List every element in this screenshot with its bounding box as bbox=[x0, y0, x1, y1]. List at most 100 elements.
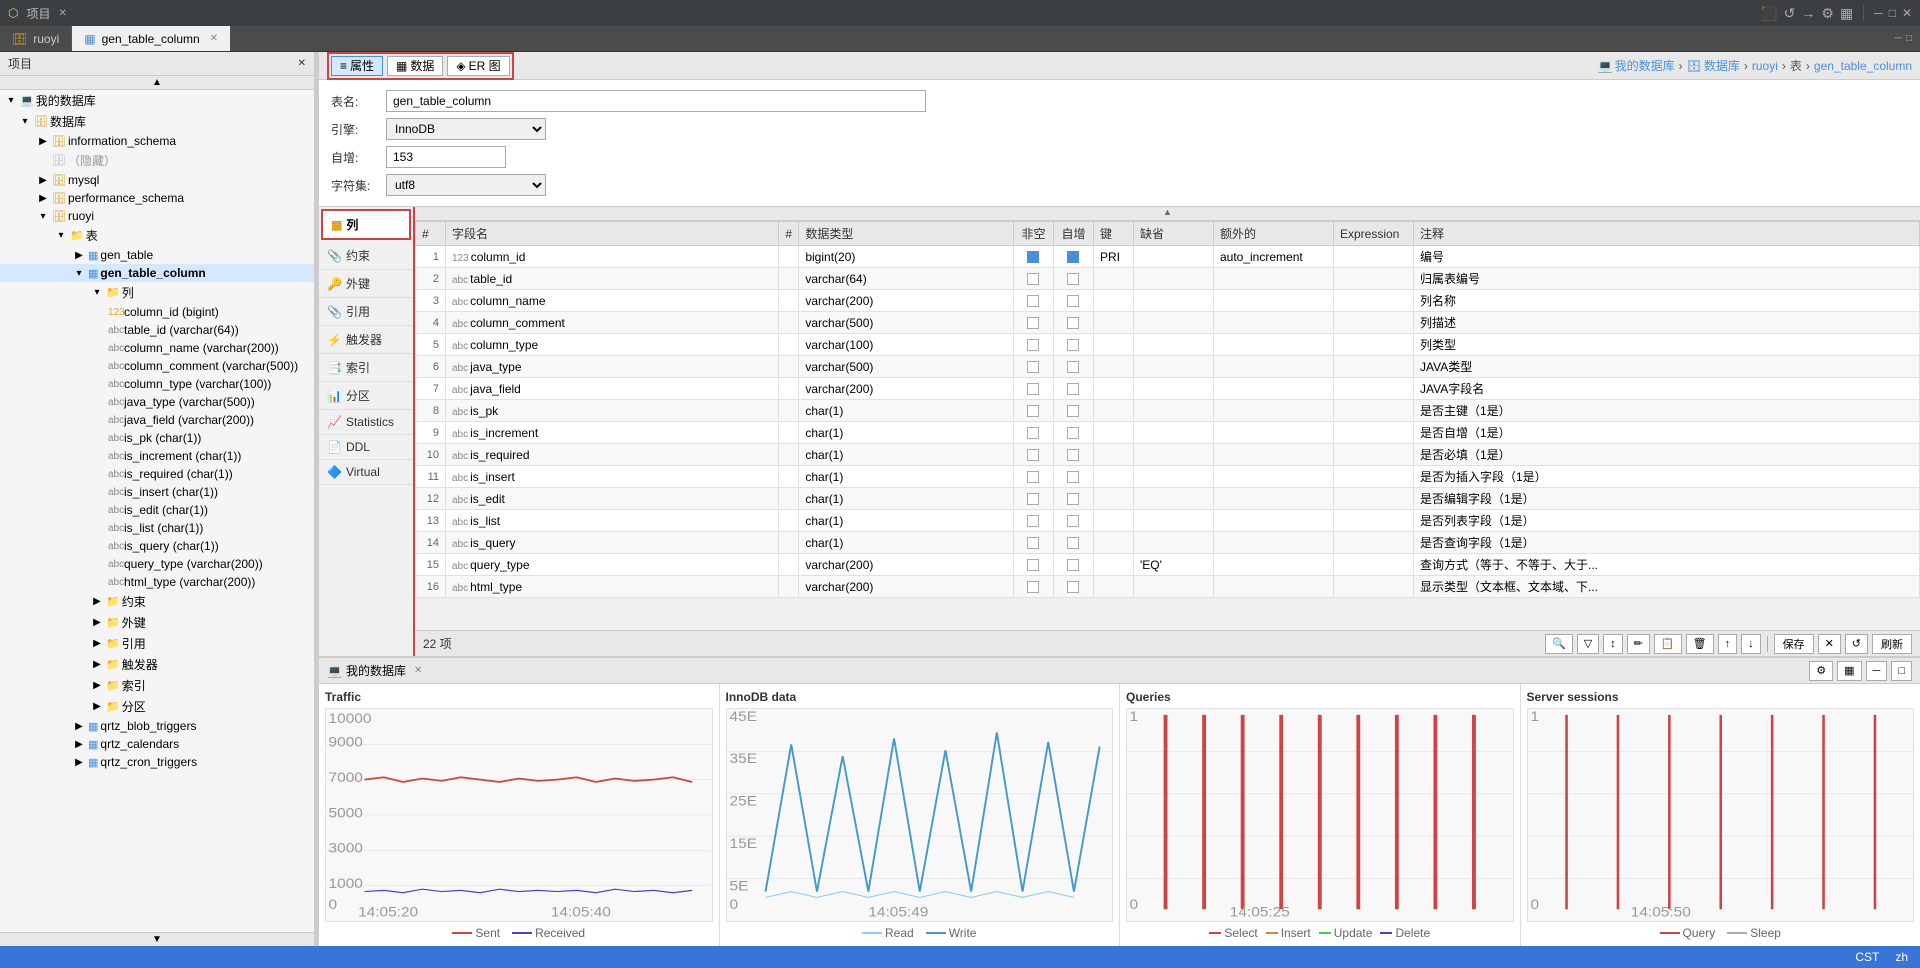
toolbar-icon-2[interactable]: ↺ bbox=[1784, 5, 1796, 22]
nav-item-foreign-keys[interactable]: 🔑 外键 bbox=[319, 270, 413, 298]
bottom-settings-btn[interactable]: ⚙ bbox=[1809, 661, 1833, 681]
sort-btn[interactable]: ↕ bbox=[1603, 634, 1623, 654]
tab-ruoyi[interactable]: 🗄 ruoyi bbox=[0, 26, 72, 51]
table-scroll-up[interactable]: ▲ bbox=[1163, 207, 1172, 220]
filter-btn[interactable]: ▽ bbox=[1577, 634, 1599, 654]
up-btn[interactable]: ↑ bbox=[1718, 634, 1738, 654]
down-btn[interactable]: ↓ bbox=[1741, 634, 1761, 654]
table-row[interactable]: 3 abccolumn_name varchar(200) 列名称 bbox=[416, 290, 1920, 312]
tree-col-column-name[interactable]: abc column_name (varchar(200)) bbox=[0, 339, 314, 357]
tree-triggers[interactable]: ▶ 📁 触发器 bbox=[0, 654, 314, 675]
tab-minimize-btn[interactable]: ─ bbox=[1895, 33, 1902, 44]
nav-item-columns[interactable]: ▦ 列 bbox=[321, 209, 411, 240]
breadcrumb-ruoyi[interactable]: ruoyi bbox=[1752, 59, 1778, 73]
er-tab-btn[interactable]: ◈ ER 图 bbox=[447, 56, 509, 76]
tree-item-gen-table-column[interactable]: ▾ ▦ gen_table_column bbox=[0, 264, 314, 282]
tree-col-table-id[interactable]: abc table_id (varchar(64)) bbox=[0, 321, 314, 339]
window-close-btn[interactable]: ✕ bbox=[1902, 6, 1912, 20]
bottom-max-btn[interactable]: □ bbox=[1891, 661, 1912, 681]
table-row[interactable]: 15 abcquery_type varchar(200) 'EQ' 查询方式（… bbox=[416, 554, 1920, 576]
tree-col-html-type[interactable]: abc html_type (varchar(200)) bbox=[0, 573, 314, 591]
table-row[interactable]: 4 abccolumn_comment varchar(500) 列描述 bbox=[416, 312, 1920, 334]
breadcrumb-db[interactable]: 🗄 数据库 bbox=[1687, 57, 1740, 74]
tree-references[interactable]: ▶ 📁 引用 bbox=[0, 633, 314, 654]
table-row[interactable]: 13 abcis_list char(1) 是否列表字段（1是） bbox=[416, 510, 1920, 532]
tree-col-is-insert[interactable]: abc is_insert (char(1)) bbox=[0, 483, 314, 501]
sidebar-close-icon[interactable]: ✕ bbox=[298, 58, 306, 69]
bottom-min-btn[interactable]: ─ bbox=[1866, 661, 1888, 681]
tree-col-is-increment[interactable]: abc is_increment (char(1)) bbox=[0, 447, 314, 465]
table-row[interactable]: 1 123column_id bigint(20) PRI auto_incre… bbox=[416, 246, 1920, 268]
scroll-down-btn[interactable]: ▼ bbox=[144, 933, 170, 946]
refresh-btn[interactable]: 刷新 bbox=[1872, 634, 1912, 654]
data-tab-btn[interactable]: ▦ 数据 bbox=[387, 56, 443, 76]
tree-item-gen-table[interactable]: ▶ ▦ gen_table bbox=[0, 246, 314, 264]
tab-gen-table-column[interactable]: ▦ gen_table_column ✕ bbox=[72, 26, 231, 51]
toolbar-icon-5[interactable]: ▦ bbox=[1840, 5, 1853, 22]
tree-col-is-required[interactable]: abc is_required (char(1)) bbox=[0, 465, 314, 483]
tree-item-info-schema[interactable]: ▶ 🗄 information_schema bbox=[0, 132, 314, 150]
table-row[interactable]: 6 abcjava_type varchar(500) JAVA类型 bbox=[416, 356, 1920, 378]
properties-tab-btn[interactable]: ≡ 属性 bbox=[331, 56, 383, 76]
table-row[interactable]: 5 abccolumn_type varchar(100) 列类型 bbox=[416, 334, 1920, 356]
copy-btn[interactable]: 📋 bbox=[1654, 634, 1682, 654]
table-row[interactable]: 14 abcis_query char(1) 是否查询字段（1是） bbox=[416, 532, 1920, 554]
tree-item-database-folder[interactable]: ▾ 🗄 数据库 bbox=[0, 111, 314, 132]
nav-item-statistics[interactable]: 📈 Statistics bbox=[319, 410, 413, 435]
tree-col-column-id[interactable]: 123 column_id (bigint) bbox=[0, 303, 314, 321]
nav-item-indexes[interactable]: 📑 索引 bbox=[319, 354, 413, 382]
charset-select[interactable]: utf8 bbox=[386, 174, 546, 196]
tree-indexes[interactable]: ▶ 📁 索引 bbox=[0, 675, 314, 696]
table-row[interactable]: 9 abcis_increment char(1) 是否自增（1是） bbox=[416, 422, 1920, 444]
tree-item-cols-folder[interactable]: ▾ 📁 列 bbox=[0, 282, 314, 303]
table-row[interactable]: 16 abchtml_type varchar(200) 显示类型（文本框、文本… bbox=[416, 576, 1920, 598]
minimize-btn[interactable]: ─ bbox=[1874, 6, 1883, 20]
engine-select[interactable]: InnoDB bbox=[386, 118, 546, 140]
tree-qrtz-calendars[interactable]: ▶ ▦ qrtz_calendars bbox=[0, 735, 314, 753]
tree-qrtz-blob[interactable]: ▶ ▦ qrtz_blob_triggers bbox=[0, 717, 314, 735]
delete-btn[interactable]: 🗑 bbox=[1686, 634, 1714, 654]
tree-partitions[interactable]: ▶ 📁 分区 bbox=[0, 696, 314, 717]
table-row[interactable]: 11 abcis_insert char(1) 是否为插入字段（1是） bbox=[416, 466, 1920, 488]
tree-item-hidden[interactable]: 🗄 （隐藏） bbox=[0, 150, 314, 171]
table-row[interactable]: 8 abcis_pk char(1) 是否主键（1是） bbox=[416, 400, 1920, 422]
auto-inc-input[interactable] bbox=[386, 146, 506, 168]
tree-col-is-list[interactable]: abc is_list (char(1)) bbox=[0, 519, 314, 537]
tree-item-perf-schema[interactable]: ▶ 🗄 performance_schema bbox=[0, 189, 314, 207]
tree-col-column-type[interactable]: abc column_type (varchar(100)) bbox=[0, 375, 314, 393]
save-btn[interactable]: 保存 bbox=[1774, 634, 1814, 654]
table-row[interactable]: 2 abctable_id varchar(64) 归属表编号 bbox=[416, 268, 1920, 290]
tree-col-column-comment[interactable]: abc column_comment (varchar(500)) bbox=[0, 357, 314, 375]
tree-constraints[interactable]: ▶ 📁 约束 bbox=[0, 591, 314, 612]
toolbar-icon-3[interactable]: → bbox=[1801, 5, 1815, 21]
search-btn[interactable]: 🔍 bbox=[1545, 634, 1573, 654]
tree-col-is-pk[interactable]: abc is_pk (char(1)) bbox=[0, 429, 314, 447]
toolbar-icon-1[interactable]: ⬛ bbox=[1760, 5, 1777, 22]
bottom-grid-btn[interactable]: ▦ bbox=[1837, 661, 1861, 681]
close-icon[interactable]: ✕ bbox=[59, 8, 67, 19]
toolbar-icon-4[interactable]: ⚙ bbox=[1821, 5, 1834, 22]
table-row[interactable]: 12 abcis_edit char(1) 是否编辑字段（1是） bbox=[416, 488, 1920, 510]
nav-item-partitions[interactable]: 📊 分区 bbox=[319, 382, 413, 410]
tree-col-java-field[interactable]: abc java_field (varchar(200)) bbox=[0, 411, 314, 429]
tab-close-icon[interactable]: ✕ bbox=[210, 33, 218, 44]
tab-maximize-btn[interactable]: □ bbox=[1906, 33, 1912, 44]
cancel-btn[interactable]: ✕ bbox=[1818, 634, 1841, 654]
nav-item-triggers[interactable]: ⚡ 触发器 bbox=[319, 326, 413, 354]
tree-item-mysql[interactable]: ▶ 🗄 mysql bbox=[0, 171, 314, 189]
nav-item-references[interactable]: 📎 引用 bbox=[319, 298, 413, 326]
nav-item-ddl[interactable]: 📄 DDL bbox=[319, 435, 413, 460]
breadcrumb-mydb[interactable]: 💻 我的数据库 bbox=[1598, 57, 1675, 74]
tree-item-ruoyi[interactable]: ▾ 🗄 ruoyi bbox=[0, 207, 314, 225]
tree-qrtz-cron[interactable]: ▶ ▦ qrtz_cron_triggers bbox=[0, 753, 314, 771]
tree-col-query-type[interactable]: abc query_type (varchar(200)) bbox=[0, 555, 314, 573]
tree-col-is-edit[interactable]: abc is_edit (char(1)) bbox=[0, 501, 314, 519]
table-name-input[interactable] bbox=[386, 90, 926, 112]
tree-foreign-keys[interactable]: ▶ 📁 外键 bbox=[0, 612, 314, 633]
breadcrumb-gen-table-column[interactable]: gen_table_column bbox=[1814, 59, 1912, 73]
table-row[interactable]: 10 abcis_required char(1) 是否必填（1是） bbox=[416, 444, 1920, 466]
edit-btn[interactable]: ✏ bbox=[1627, 634, 1650, 654]
nav-item-virtual[interactable]: 🔷 Virtual bbox=[319, 460, 413, 485]
nav-item-constraints[interactable]: 📎 约束 bbox=[319, 242, 413, 270]
maximize-btn[interactable]: □ bbox=[1889, 6, 1896, 20]
